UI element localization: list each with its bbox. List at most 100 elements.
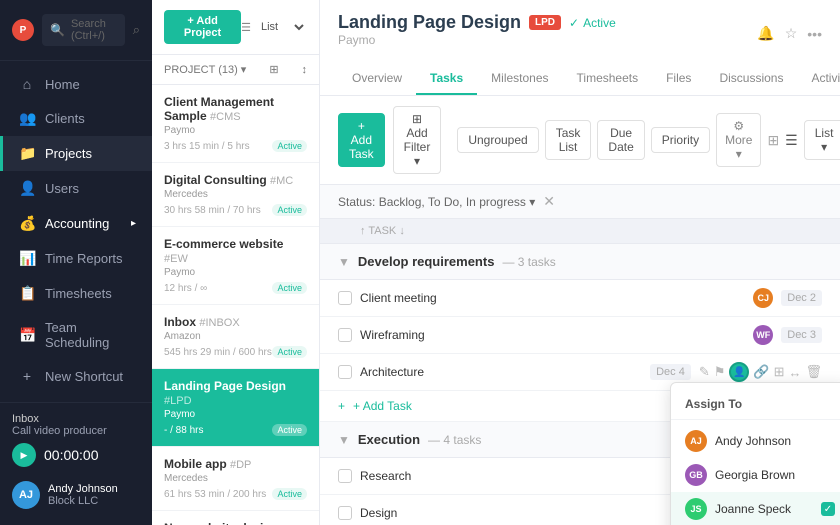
timesheets-icon: 📋 [19,285,35,302]
sidebar-item-label: New Shortcut [45,369,123,384]
time-reports-icon: 📊 [19,250,35,267]
list-item[interactable]: E-commerce website #EW Paymo 12 hrs / ∞ … [152,227,319,305]
add-project-button[interactable]: + Add Project [164,10,241,44]
sidebar-item-projects[interactable]: 📁 Projects [0,136,152,171]
avatar: AJ [685,430,707,452]
tab-overview[interactable]: Overview [338,63,416,95]
grid-icon[interactable]: ⊞ [767,132,779,149]
status-badge: Active [272,282,307,294]
sort-icon[interactable]: ↕ [302,64,308,76]
list-icon: ☰ [241,21,251,34]
tab-milestones[interactable]: Milestones [477,63,562,95]
sidebar-item-new-shortcut[interactable]: + New Shortcut [0,359,152,393]
add-filter-button[interactable]: ⊞ Add Filter ▾ [393,106,442,174]
assign-user-row[interactable]: GB Georgia Brown [671,458,840,492]
task-checkbox[interactable] [338,328,352,342]
task-checkbox[interactable] [338,365,352,379]
project-time: 12 hrs / ∞ [164,283,207,294]
star-icon[interactable]: ☆ [785,25,798,42]
tab-files[interactable]: Files [652,63,705,95]
sidebar-item-label: Timesheets [45,286,112,301]
sidebar-item-time-reports[interactable]: 📊 Time Reports [0,241,152,276]
project-count-label[interactable]: PROJECT (13) ▾ [164,63,246,76]
collapse-icon: ▼ [338,255,350,269]
sidebar-item-home[interactable]: ⌂ Home [0,67,152,101]
project-sub: Paymo [164,267,307,278]
tab-tasks[interactable]: Tasks [416,63,477,95]
status-filter-label[interactable]: Status: Backlog, To Do, In progress ▾ [338,195,535,209]
avatar: AJ [12,481,40,509]
sidebar-item-clients[interactable]: 👥 Clients [0,101,152,136]
add-task-button[interactable]: + Add Task [338,113,385,167]
sidebar-item-label: Accounting [45,216,109,231]
list-item[interactable]: Landing Page Design #LPD Paymo - / 88 hr… [152,369,319,447]
timer-play-button[interactable]: ▶ [12,443,36,467]
sidebar-item-label: Users [45,181,79,196]
bell-icon[interactable]: 🔔 [757,25,774,42]
assign-icon[interactable]: 👤 [729,362,749,382]
assign-user-name: Joanne Speck [715,502,791,516]
close-filter-icon[interactable]: ✕ [543,193,555,210]
tab-discussions[interactable]: Discussions [705,63,797,95]
project-badge: LPD [529,15,561,30]
assign-user-row[interactable]: AJ Andy Johnson [671,424,840,458]
sidebar-item-timesheets[interactable]: 📋 Timesheets [0,276,152,311]
inbox-label: Inbox [12,413,39,425]
sidebar-item-accounting[interactable]: 💰 Accounting ▸ [0,206,152,241]
list-item[interactable]: Mobile app #DP Mercedes 61 hrs 53 min / … [152,447,319,511]
table-row: Architecture Dec 4 ✎ ⚑ 👤 🔗 ⊞ ↔ 🗑 Assign … [320,354,840,391]
priority-button[interactable]: Priority [651,127,710,153]
sidebar: P 🔍 Search (Ctrl+/) ⌕ ⌂ Home 👥 Clients 📁… [0,0,152,525]
project-title: Inbox #INBOX [164,315,307,329]
table-row: Wireframing WF Dec 3 [320,317,840,354]
list-item[interactable]: New website design #NWD Nike 81 hrs 45 m… [152,511,319,525]
search-icon: 🔍 [50,23,65,37]
copy-icon[interactable]: ⊞ [774,364,785,380]
sidebar-item-label: Time Reports [45,251,123,266]
logo-icon: P [12,19,34,41]
task-actions: ✎ ⚑ 👤 🔗 ⊞ ↔ 🗑 [699,362,822,382]
link-icon[interactable]: 🔗 [753,364,769,380]
page-subtitle: Paymo [338,33,616,47]
sidebar-item-team-scheduling[interactable]: 📅 Team Scheduling [0,311,152,359]
main-content: Landing Page Design LPD ✓ Active Paymo 🔔… [320,0,840,525]
list-item[interactable]: Client Management Sample #CMS Paymo 3 hr… [152,85,319,163]
tab-activity-feed[interactable]: Activity Feed [797,63,840,95]
task-group-header-develop[interactable]: ▼ Develop requirements — 3 tasks [320,244,840,280]
more-options-icon[interactable]: ••• [807,26,822,42]
timer-value: 00:00:00 [44,447,99,463]
task-list-button[interactable]: Task List [545,120,592,160]
status-badge: Active [272,424,307,436]
list-item[interactable]: Inbox #INBOX Amazon 545 hrs 29 min / 600… [152,305,319,369]
assign-user-row[interactable]: JS Joanne Speck ✓ [671,492,840,525]
task-date: Dec 2 [781,290,822,306]
search-bar[interactable]: 🔍 Search (Ctrl+/) [42,14,125,46]
status-active: ✓ Active [569,16,616,30]
due-date-button[interactable]: Due Date [597,120,644,160]
home-icon: ⌂ [19,76,35,92]
task-checkbox[interactable] [338,469,352,483]
list-button[interactable]: List ▾ [804,120,840,160]
edit-icon[interactable]: ✎ [699,364,710,380]
ungrouped-button[interactable]: Ungrouped [457,127,538,153]
flag-icon[interactable]: ⚑ [714,364,726,380]
list-view-icon[interactable]: ☰ [785,132,798,149]
project-meta: 61 hrs 53 min / 200 hrs Active [164,488,307,500]
project-filter-row: PROJECT (13) ▾ ⊞ ↕ [152,55,319,85]
collapse-icon: ▼ [338,433,350,447]
user-name: Andy Johnson [48,483,118,495]
view-controls: ☰ List Board [241,20,307,34]
sidebar-item-users[interactable]: 👤 Users [0,171,152,206]
sidebar-item-label: Clients [45,111,85,126]
task-checkbox[interactable] [338,291,352,305]
task-checkbox[interactable] [338,506,352,520]
sidebar-item-label: Projects [45,146,92,161]
list-item[interactable]: Digital Consulting #MC Mercedes 30 hrs 5… [152,163,319,227]
move-icon[interactable]: ↔ [788,365,801,380]
tab-timesheets[interactable]: Timesheets [563,63,653,95]
project-time: 61 hrs 53 min / 200 hrs [164,489,266,500]
more-button[interactable]: ⚙ More ▾ [716,113,761,167]
delete-icon[interactable]: 🗑 [805,364,822,380]
filter-icon[interactable]: ⊞ [269,63,278,76]
view-type-select[interactable]: List Board [257,20,307,34]
